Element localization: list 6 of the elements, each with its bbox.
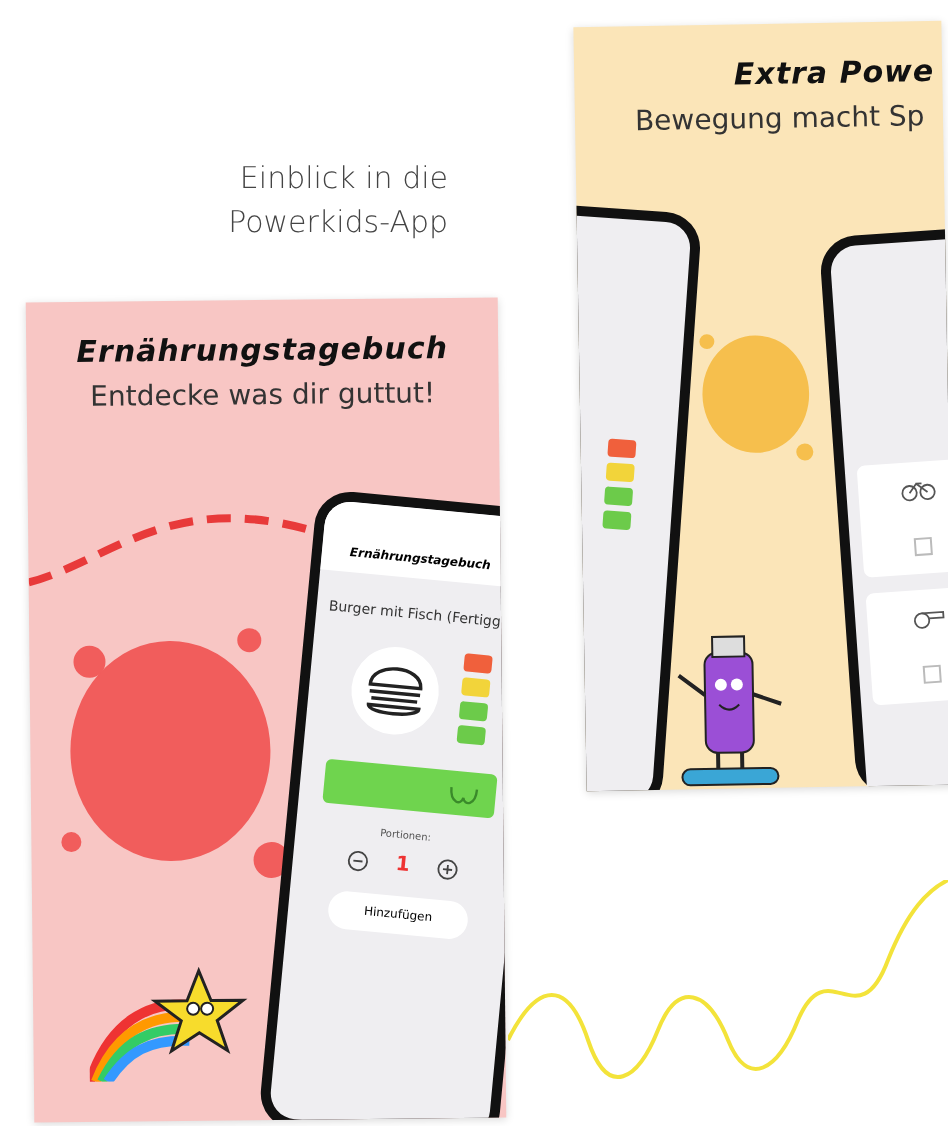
card-title: Extra Powe [731, 52, 937, 96]
card-title: Ernährungstagebuch [74, 329, 451, 371]
portion-count: 1 [394, 853, 411, 877]
section-heading: Einblick in die Powerkids-App [226, 158, 448, 244]
card-subtitle: Entdecke was dir guttut! [88, 377, 438, 415]
card-subtitle: Bewegung macht Sp [632, 100, 927, 140]
